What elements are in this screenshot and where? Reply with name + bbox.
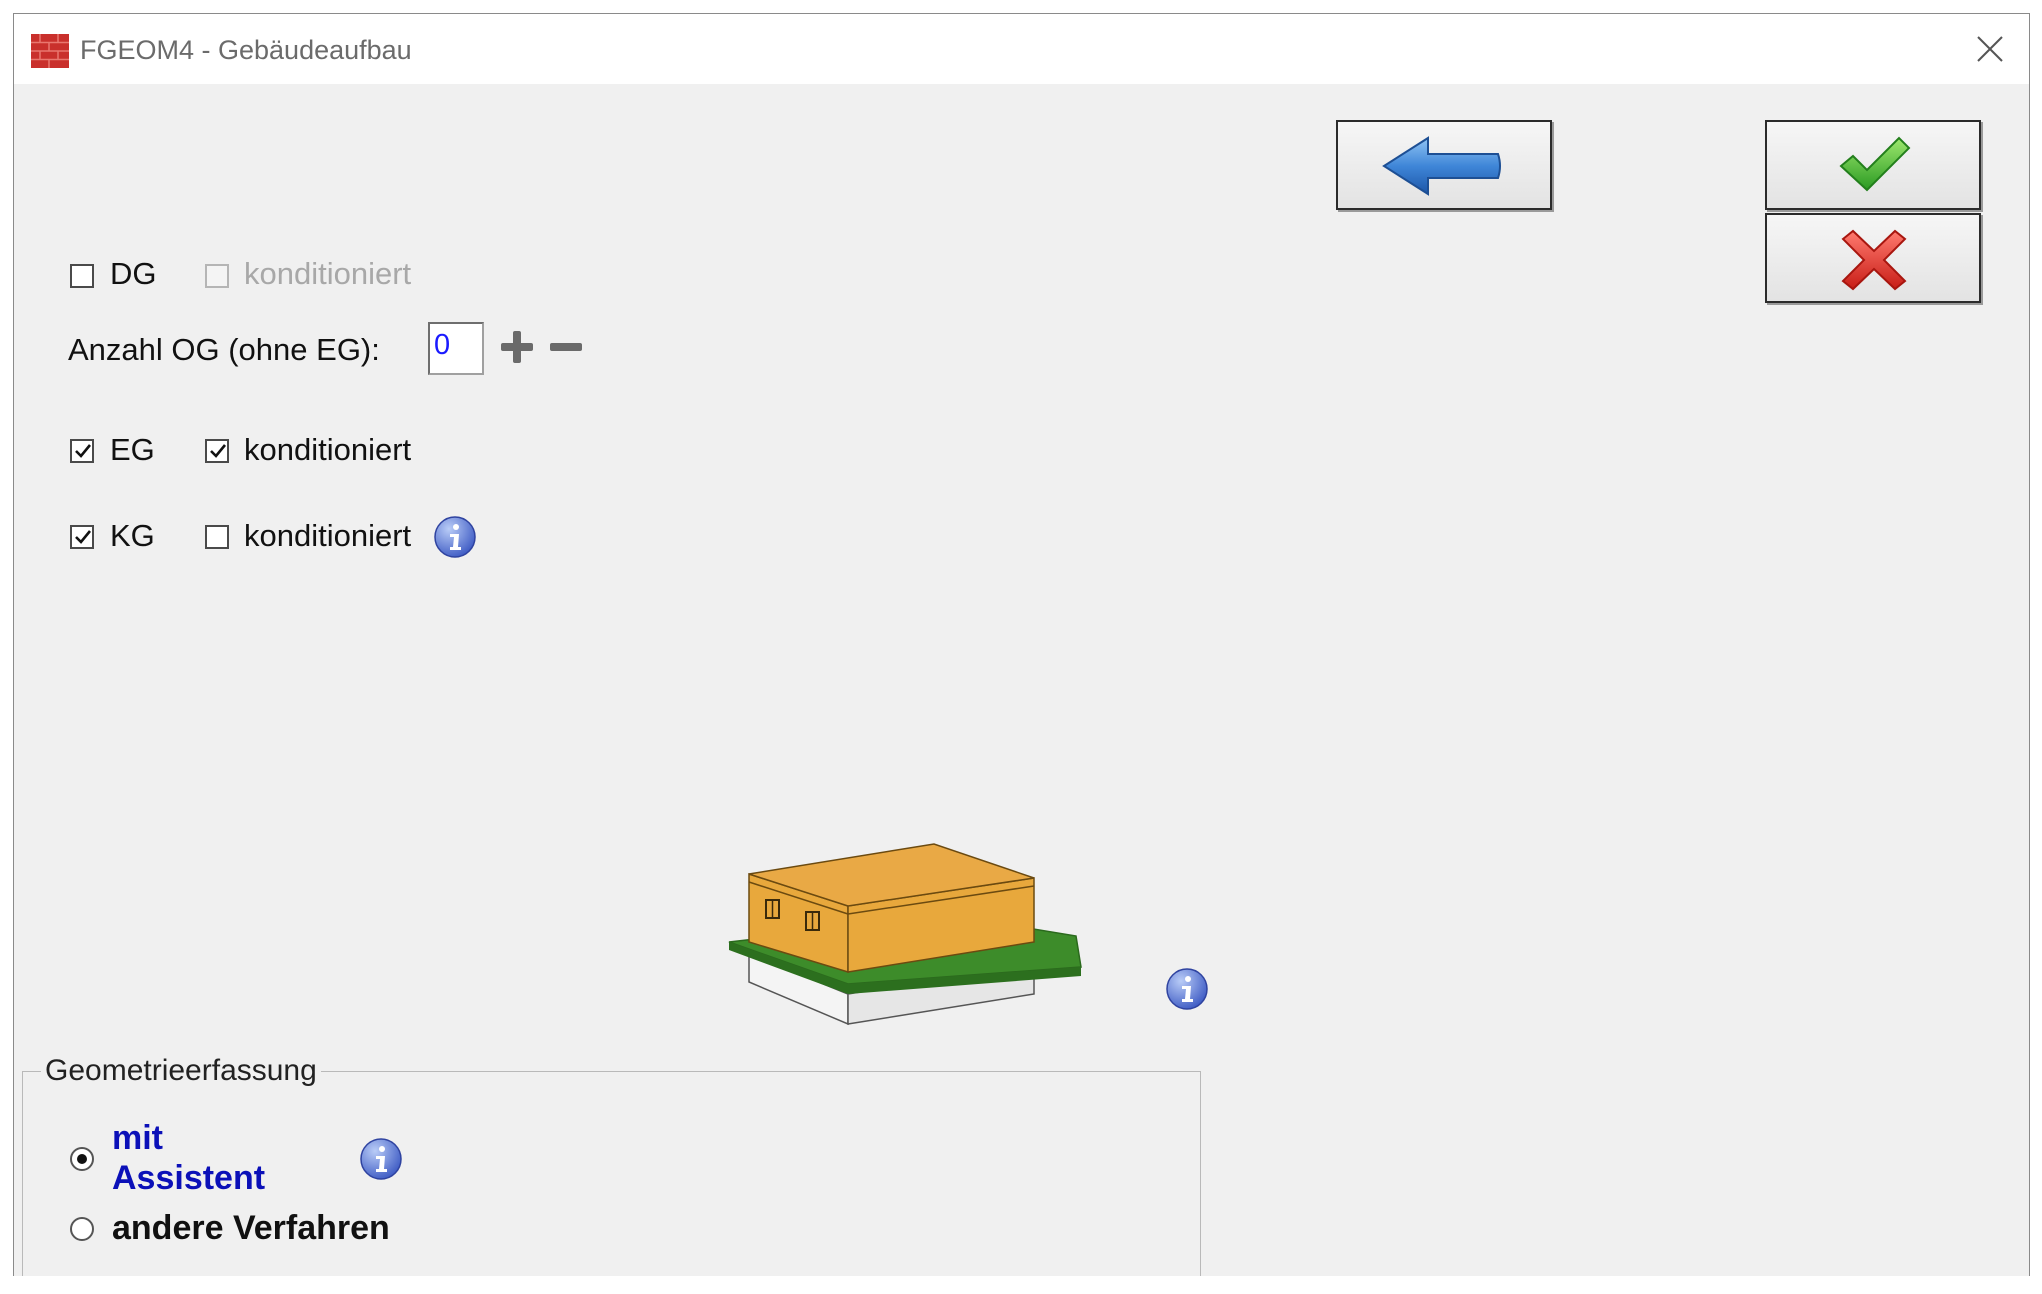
radio-andere-verfahren-label[interactable]: andere Verfahren (112, 1208, 390, 1248)
radio-label-line1: mit (112, 1119, 163, 1157)
radio-andere-verfahren[interactable] (70, 1217, 94, 1241)
back-button[interactable] (1336, 120, 1552, 210)
eg-konditioniert-label: konditioniert (244, 432, 412, 467)
dg-konditioniert-checkbox[interactable] (205, 264, 229, 288)
dg-label: DG (110, 256, 157, 291)
kg-konditioniert-label: konditioniert (244, 518, 412, 553)
building-illustration (728, 843, 1082, 1026)
info-icon[interactable] (1164, 966, 1210, 1012)
app-brick-icon (31, 34, 69, 68)
radio-label-line2: Assistent (112, 1159, 266, 1197)
cancel-button[interactable] (1765, 213, 1981, 303)
minus-icon[interactable] (547, 328, 585, 366)
info-icon[interactable] (358, 1136, 404, 1182)
checkmark-icon (1839, 136, 1911, 192)
radio-mit-assistent[interactable] (70, 1147, 94, 1171)
eg-label: EG (110, 432, 155, 467)
red-x-icon (1841, 229, 1907, 291)
eg-checkbox[interactable] (70, 439, 94, 463)
checkmark-glyph-icon (75, 444, 92, 458)
plus-icon[interactable] (498, 328, 536, 366)
dialog-window: FGEOM4 - Gebäudeaufbau DG konditioniert … (13, 13, 2030, 1276)
kg-konditioniert-checkbox[interactable] (205, 525, 229, 549)
geometry-group-legend: Geometrieerfassung (41, 1053, 321, 1089)
dg-konditioniert-label: konditioniert (244, 256, 412, 291)
eg-konditioniert-checkbox[interactable] (205, 439, 229, 463)
kg-checkbox[interactable] (70, 525, 94, 549)
close-icon[interactable] (1973, 32, 2007, 66)
dg-checkbox[interactable] (70, 264, 94, 288)
og-count-label: Anzahl OG (ohne EG): (68, 332, 380, 367)
window-title: FGEOM4 - Gebäudeaufbau (80, 35, 412, 65)
info-icon[interactable] (432, 514, 478, 560)
radio-mit-assistent-label[interactable]: mit Assistent (112, 1118, 265, 1198)
og-count-input[interactable]: 0 (428, 322, 484, 375)
arrow-left-icon (1382, 136, 1501, 196)
title-bar: FGEOM4 - Gebäudeaufbau (14, 14, 2029, 84)
radio-selected-dot (77, 1154, 87, 1164)
checkmark-glyph-icon (210, 444, 227, 458)
ok-button[interactable] (1765, 120, 1981, 210)
kg-label: KG (110, 518, 155, 553)
checkmark-glyph-icon (75, 530, 92, 544)
